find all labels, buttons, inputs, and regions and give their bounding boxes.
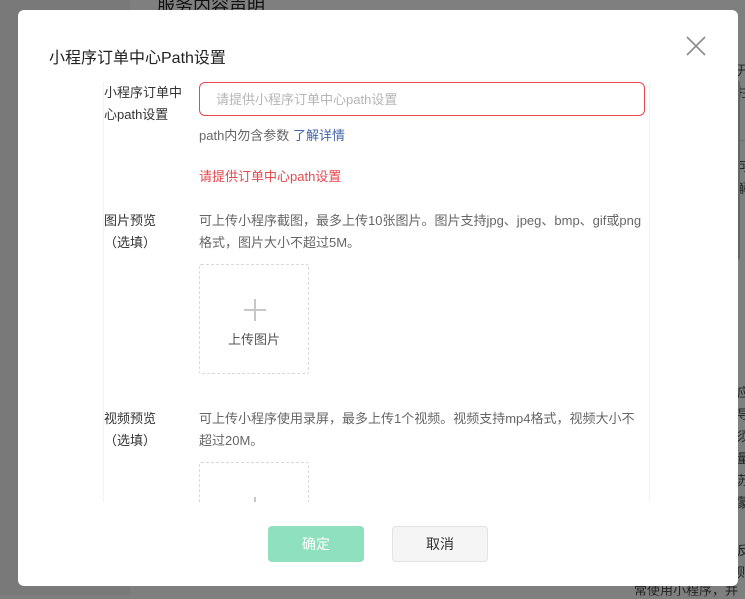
dialog-body[interactable]: 小程序订单中心path设置 path内勿含参数 了解详情 请提供订单中心path… xyxy=(18,82,738,502)
image-preview-description: 可上传小程序截图，最多上传10张图片。图片支持jpg、jpeg、bmp、gif或… xyxy=(199,213,642,250)
video-preview-description: 可上传小程序使用录屏，最多上传1个视频。视频支持mp4格式，视频大小不超过20M… xyxy=(199,411,635,448)
plus-icon xyxy=(244,497,266,502)
path-settings-dialog: 小程序订单中心Path设置 小程序订单中心path设置 path内勿含参数 了解… xyxy=(18,10,738,586)
video-preview-optional: （选填） xyxy=(104,433,157,448)
confirm-button[interactable]: 确定 xyxy=(268,526,364,562)
upload-image-label: 上传图片 xyxy=(227,332,280,347)
dialog-title: 小程序订单中心Path设置 xyxy=(49,50,226,67)
image-preview-label-text: 图片预览 xyxy=(104,213,157,228)
path-field-label: 小程序订单中心path设置 xyxy=(104,85,183,122)
form-panel: 小程序订单中心path设置 path内勿含参数 了解详情 请提供订单中心path… xyxy=(103,82,650,502)
upload-image-button[interactable]: 上传图片 xyxy=(199,264,309,374)
upload-video-button[interactable] xyxy=(199,462,309,502)
video-preview-label: 视频预览 （选填） xyxy=(104,408,156,452)
close-button[interactable] xyxy=(684,34,708,58)
plus-icon xyxy=(244,299,266,321)
close-icon xyxy=(686,36,706,56)
video-preview-label-text: 视频预览 xyxy=(104,411,157,426)
image-preview-optional: （选填） xyxy=(104,235,157,250)
image-preview-label: 图片预览 （选填） xyxy=(104,210,156,254)
path-hint-text: path内勿含参数 xyxy=(199,128,290,143)
path-hint: path内勿含参数 了解详情 xyxy=(199,125,345,147)
path-input[interactable] xyxy=(199,82,645,116)
path-error-message: 请提供订单中心path设置 xyxy=(199,169,342,184)
learn-more-link[interactable]: 了解详情 xyxy=(293,128,345,143)
cancel-button[interactable]: 取消 xyxy=(392,526,488,562)
